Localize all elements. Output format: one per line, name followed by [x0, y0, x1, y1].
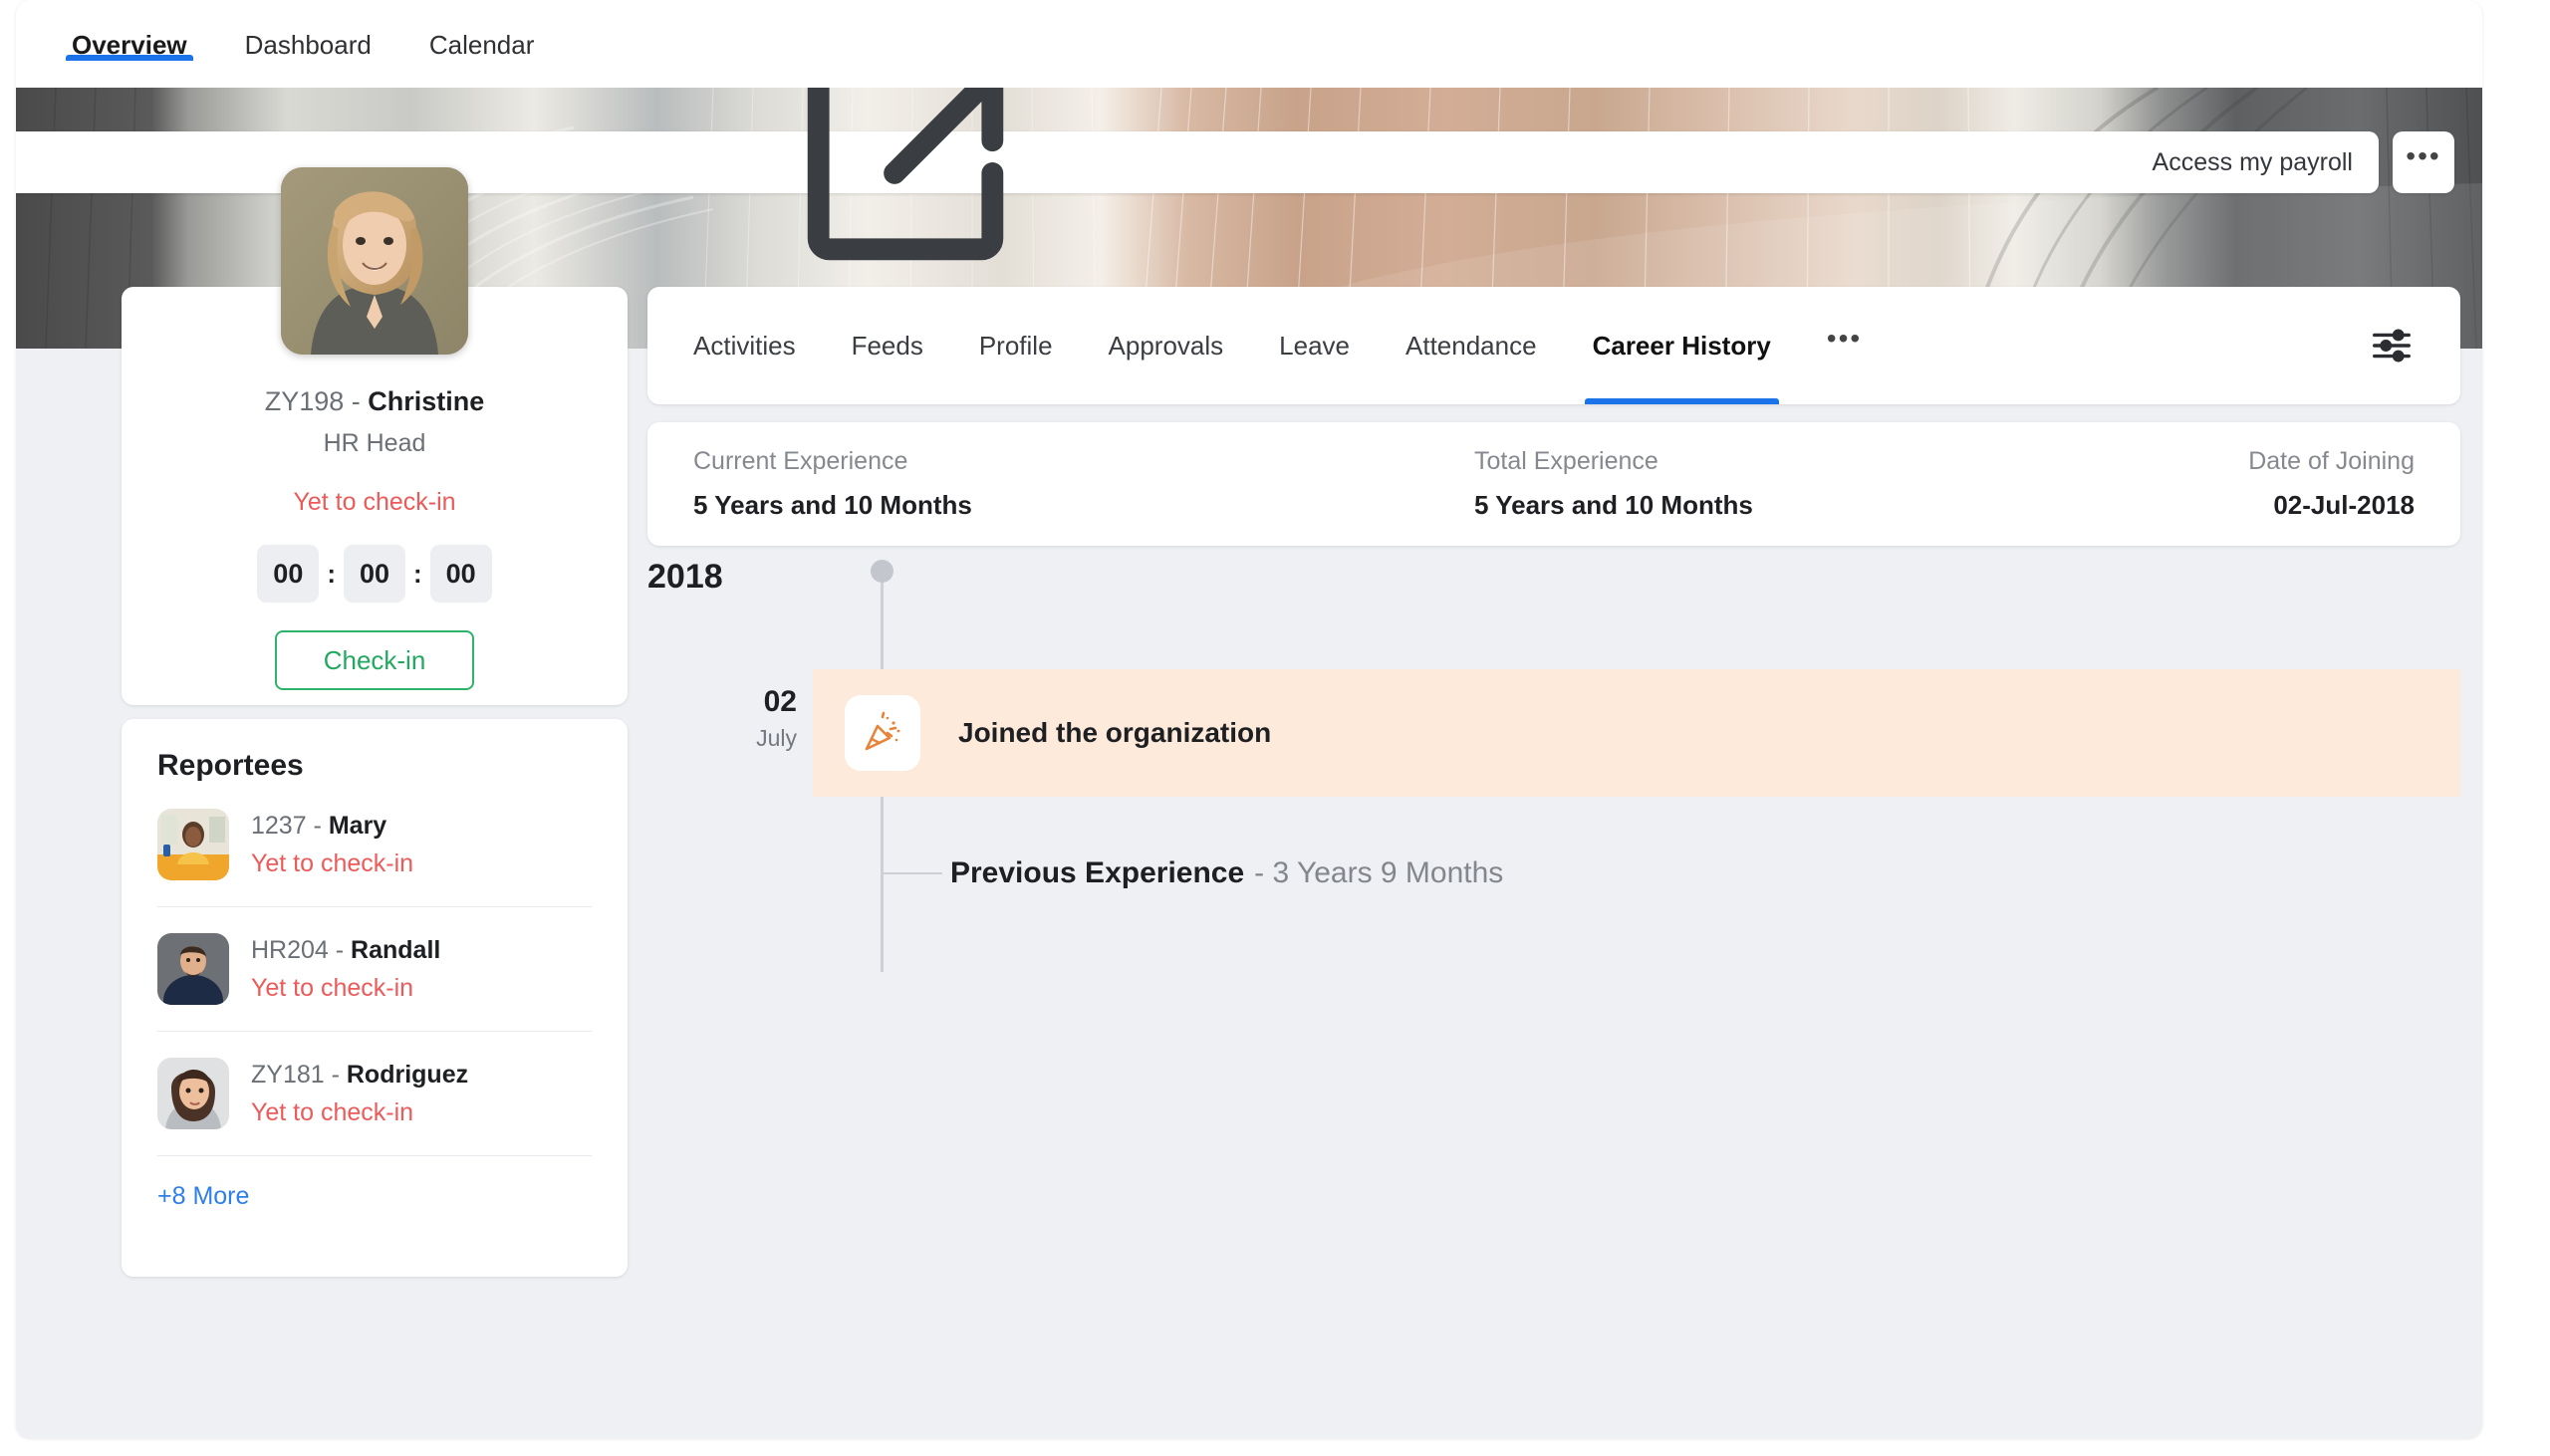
- reportee-status: Yet to check-in: [251, 1097, 414, 1126]
- check-in-button[interactable]: Check-in: [275, 630, 474, 690]
- tab-approvals[interactable]: Approvals: [1109, 287, 1224, 404]
- tab-attendance[interactable]: Attendance: [1405, 287, 1537, 404]
- reportee-name-line: HR204 - Randall: [251, 936, 440, 965]
- tab-leave[interactable]: Leave: [1279, 287, 1350, 404]
- total-experience-value: 5 Years and 10 Months: [1474, 490, 1753, 520]
- checkin-status: Yet to check-in: [293, 488, 456, 516]
- timer-separator-2: :: [413, 558, 422, 589]
- current-experience-value: 5 Years and 10 Months: [693, 490, 972, 520]
- tab-overview[interactable]: Overview: [66, 0, 193, 61]
- previous-experience-separator: -: [1254, 856, 1273, 889]
- previous-experience-duration: 3 Years 9 Months: [1272, 856, 1504, 889]
- tab-feeds[interactable]: Feeds: [852, 287, 923, 404]
- reportee-avatar: [157, 933, 229, 1005]
- total-experience-block: Total Experience 5 Years and 10 Months: [1474, 447, 1753, 521]
- previous-experience-connector: [883, 872, 942, 874]
- reportee-name: Randall: [351, 935, 441, 964]
- previous-experience-label: Previous Experience: [950, 856, 1245, 889]
- previous-experience-duration-wrap: - 3 Years 9 Months: [1254, 856, 1503, 890]
- timer-minutes: 00: [344, 545, 405, 603]
- reportee-name: Mary: [328, 811, 387, 840]
- tabs-overflow-button[interactable]: •••: [1827, 287, 1862, 404]
- date-of-joining-block: Date of Joining 02-Jul-2018: [2248, 447, 2415, 521]
- checkin-timer: 00 : 00 : 00: [122, 545, 628, 603]
- top-tabs: Overview Dashboard Calendar: [66, 0, 592, 88]
- employee-id: ZY198 -: [264, 386, 369, 416]
- timer-seconds: 00: [429, 545, 492, 603]
- current-experience-label: Current Experience: [693, 447, 908, 475]
- previous-experience-row[interactable]: Previous Experience - 3 Years 9 Months: [883, 856, 1503, 890]
- experience-summary-card: Current Experience 5 Years and 10 Months…: [647, 422, 2460, 546]
- access-my-payroll-label: Access my payroll: [2152, 147, 2353, 176]
- current-experience-block: Current Experience 5 Years and 10 Months: [693, 447, 972, 521]
- reportee-status: Yet to check-in: [251, 849, 414, 877]
- timeline-year: 2018: [647, 558, 723, 596]
- reportees-card: Reportees 1237 - Mary Yet to check-in HR…: [122, 719, 628, 1277]
- career-timeline: 2018 02 July Joined the organization Pre…: [647, 558, 2460, 1016]
- tab-career-history[interactable]: Career History: [1584, 287, 1779, 404]
- avatar[interactable]: [281, 167, 468, 355]
- tab-activities[interactable]: Activities: [693, 287, 796, 404]
- reportee-row[interactable]: HR204 - Randall Yet to check-in: [157, 907, 592, 1032]
- tab-calendar[interactable]: Calendar: [429, 0, 535, 61]
- timeline-dot: [871, 560, 893, 583]
- reportee-id: ZY181 -: [251, 1060, 347, 1089]
- reportee-row[interactable]: ZY181 - Rodriguez Yet to check-in: [157, 1032, 592, 1156]
- reportee-id: HR204 -: [251, 935, 352, 964]
- reportees-title: Reportees: [157, 749, 304, 782]
- reportee-name-line: ZY181 - Rodriguez: [251, 1061, 468, 1090]
- reportee-name-line: 1237 - Mary: [251, 812, 413, 841]
- date-of-joining-value: 02-Jul-2018: [2273, 490, 2415, 520]
- employee-name: Christine: [368, 386, 485, 416]
- reportee-avatar: [157, 1058, 229, 1129]
- date-of-joining-label: Date of Joining: [2248, 447, 2415, 475]
- employee-role: HR Head: [323, 429, 426, 457]
- app-page: Overview Dashboard Calendar Access my pa…: [16, 0, 2482, 1438]
- avatar-photo: [281, 167, 468, 355]
- content-tabs: Activities Feeds Profile Approvals Leave…: [693, 287, 1917, 404]
- banner-more-button[interactable]: •••: [2393, 131, 2454, 193]
- timeline-event-month: July: [756, 725, 797, 751]
- party-popper-icon: [845, 695, 920, 771]
- reportee-name: Rodriguez: [346, 1060, 469, 1089]
- timer-separator-1: :: [327, 558, 336, 589]
- timeline-event-title: Joined the organization: [958, 717, 1272, 748]
- content-tabs-card: Activities Feeds Profile Approvals Leave…: [647, 287, 2460, 404]
- settings-sliders-icon[interactable]: [2369, 323, 2415, 368]
- timeline-event-day: 02: [763, 685, 797, 718]
- tab-profile[interactable]: Profile: [979, 287, 1053, 404]
- reportee-id: 1237 -: [251, 811, 329, 840]
- profile-name-line: ZY198 - Christine: [122, 386, 628, 417]
- timeline-event-date: 02 July: [647, 685, 797, 752]
- total-experience-label: Total Experience: [1474, 447, 1658, 475]
- tab-dashboard[interactable]: Dashboard: [245, 0, 372, 61]
- timer-hours: 00: [257, 545, 320, 603]
- reportees-more-link[interactable]: +8 More: [157, 1182, 249, 1211]
- reportee-avatar: [157, 809, 229, 880]
- timeline-event-row[interactable]: Joined the organization: [813, 669, 2460, 797]
- top-tab-bar: Overview Dashboard Calendar: [16, 0, 2482, 88]
- reportee-row[interactable]: 1237 - Mary Yet to check-in: [157, 783, 592, 907]
- reportee-status: Yet to check-in: [251, 973, 414, 1002]
